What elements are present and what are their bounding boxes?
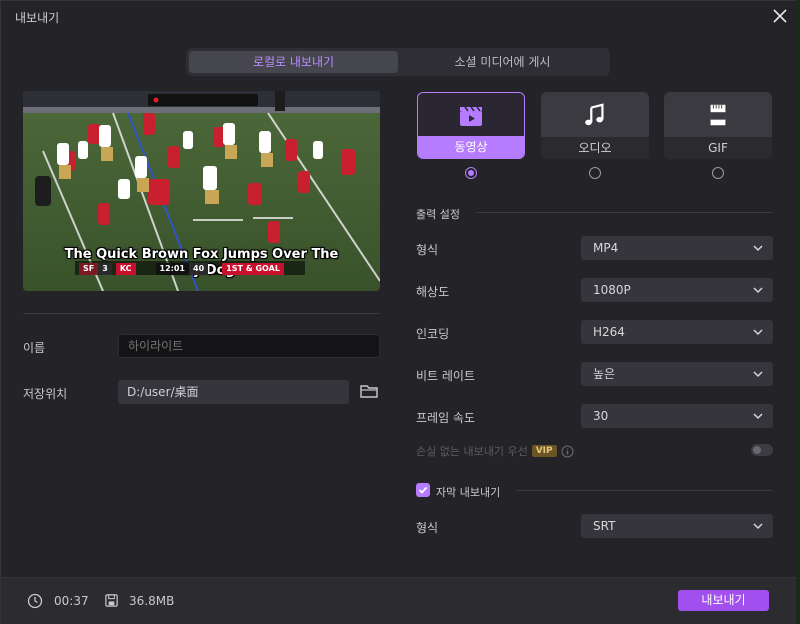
scorebug: SF 3 KC 12:01 40 1ST & GOAL [79,263,284,275]
location-label: 저장위치 [23,387,68,401]
export-dialog: 내보내기 로컬로 내보내기 소셜 미디어에 게시 The Quick Brown… [0,0,800,624]
file-size-value: 36.8MB [129,594,175,608]
duration-value: 00:37 [54,594,89,608]
subtitle-export-label: 자막 내보내기 [436,486,501,499]
scorebug-team1: SF [79,263,99,275]
chevron-down-icon [753,523,763,530]
radio-audio[interactable] [589,167,601,179]
export-mode-switch: 로컬로 내보내기 소셜 미디어에 게시 [186,48,610,76]
scorebug-clock: 12:01 [155,263,189,275]
save-disk-icon [105,594,118,607]
chevron-down-icon [753,371,763,378]
type-card-gif[interactable]: GIF [664,92,772,159]
resolution-label: 해상도 [416,285,450,299]
subtitle-format-select[interactable]: SRT [581,514,773,538]
export-button[interactable]: 내보내기 [678,590,769,611]
check-icon [418,486,428,494]
lossless-toggle[interactable] [751,444,773,456]
scorebug-down: 1ST & GOAL [222,263,284,275]
type-label-video: 동영상 [418,136,524,158]
lossless-export-label: 손실 없는 내보내기 우선 [416,445,528,458]
subtitle-export-checkbox[interactable] [416,483,430,497]
format-label: 형식 [416,243,439,257]
encoding-select[interactable]: H264 [581,320,773,344]
section-divider [516,490,773,491]
radio-video[interactable] [465,167,477,179]
section-divider [476,212,773,213]
type-label-audio: 오디오 [541,137,649,159]
subtitle-format-value: SRT [593,519,616,533]
music-note-icon [541,92,649,137]
type-card-audio[interactable]: 오디오 [541,92,649,159]
vip-badge: VIP [531,445,557,457]
scorebug-score1: 3 [98,263,112,275]
format-value: MP4 [593,241,619,255]
chevron-down-icon [753,245,763,252]
scorebug-team2: KC [115,263,136,275]
tab-social-media[interactable]: 소셜 미디어에 게시 [398,51,607,73]
resolution-value: 1080P [593,283,631,297]
framerate-label: 프레임 속도 [416,411,476,425]
divider [23,313,380,314]
resolution-select[interactable]: 1080P [581,278,773,302]
dialog-title: 내보내기 [15,11,60,25]
chevron-down-icon [753,329,763,336]
video-clapper-icon [418,93,524,138]
radio-gif[interactable] [712,167,724,179]
caption-line-1: The Quick Brown Fox Jumps Over The [64,247,339,262]
tab-local-export[interactable]: 로컬로 내보내기 [189,51,398,73]
close-icon[interactable] [771,7,789,25]
save-location-field[interactable]: D:/user/桌面 [118,380,349,404]
name-label: 이름 [23,341,46,355]
type-card-video[interactable]: 동영상 [417,92,525,159]
framerate-select[interactable]: 30 [581,404,773,428]
gif-icon [664,92,772,137]
background-app-edge [796,0,800,624]
chevron-down-icon [753,287,763,294]
format-select[interactable]: MP4 [581,236,773,260]
subtitle-format-label: 형식 [416,521,439,535]
framerate-value: 30 [593,409,609,423]
info-icon[interactable] [561,445,574,458]
folder-icon[interactable] [359,381,379,401]
clock-icon [27,593,43,609]
encoding-value: H264 [593,325,625,339]
bitrate-select[interactable]: 높은 [581,362,773,386]
encoding-label: 인코딩 [416,327,450,341]
title-bar: 내보내기 [1,1,800,33]
chevron-down-icon [753,413,763,420]
video-preview: The Quick Brown Fox Jumps Over The Lazy … [23,91,380,291]
lossless-export-row: 손실 없는 내보내기 우선 VIP [416,443,574,459]
bitrate-value: 높은 [593,367,616,381]
output-settings-title: 출력 설정 [416,208,460,221]
scorebug-play-clock: 40 [189,263,209,275]
type-label-gif: GIF [664,137,772,159]
name-input[interactable] [118,334,380,358]
bitrate-label: 비트 레이트 [416,369,476,383]
